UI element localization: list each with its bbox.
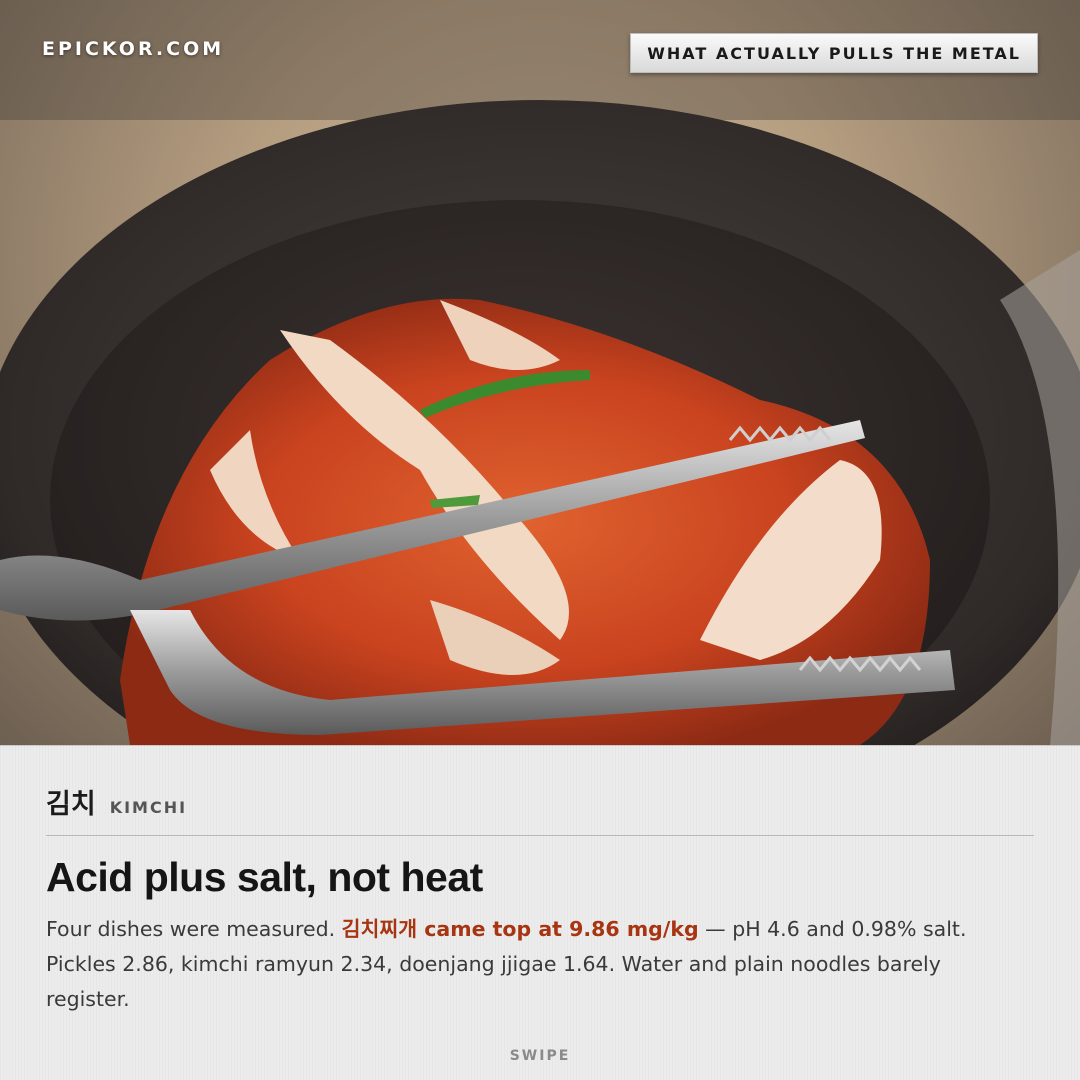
swipe-hint[interactable]: SWIPE (0, 1048, 1080, 1064)
body-highlight: 김치찌개 came top at 9.86 mg/kg (341, 917, 699, 941)
article-headline: Acid plus salt, not heat (46, 854, 483, 900)
article-body: Four dishes were measured. 김치찌개 came top… (46, 912, 1026, 1017)
info-panel: 김치 KIMCHI Acid plus salt, not heat Four … (0, 745, 1080, 1080)
dish-header: 김치 KIMCHI (46, 782, 187, 821)
kimchi-photo: EPICKOR.COM WHAT ACTUALLY PULLS THE META… (0, 0, 1080, 745)
divider (46, 835, 1034, 836)
dish-name-english: KIMCHI (109, 798, 188, 817)
site-brand[interactable]: EPICKOR.COM (42, 38, 224, 60)
post-card: EPICKOR.COM WHAT ACTUALLY PULLS THE META… (0, 0, 1080, 1080)
body-intro: Four dishes were measured. (46, 917, 342, 941)
dish-name-korean: 김치 (46, 789, 96, 820)
kimchi-bowl-image (0, 0, 1080, 745)
topic-tag: WHAT ACTUALLY PULLS THE METAL (630, 33, 1038, 73)
